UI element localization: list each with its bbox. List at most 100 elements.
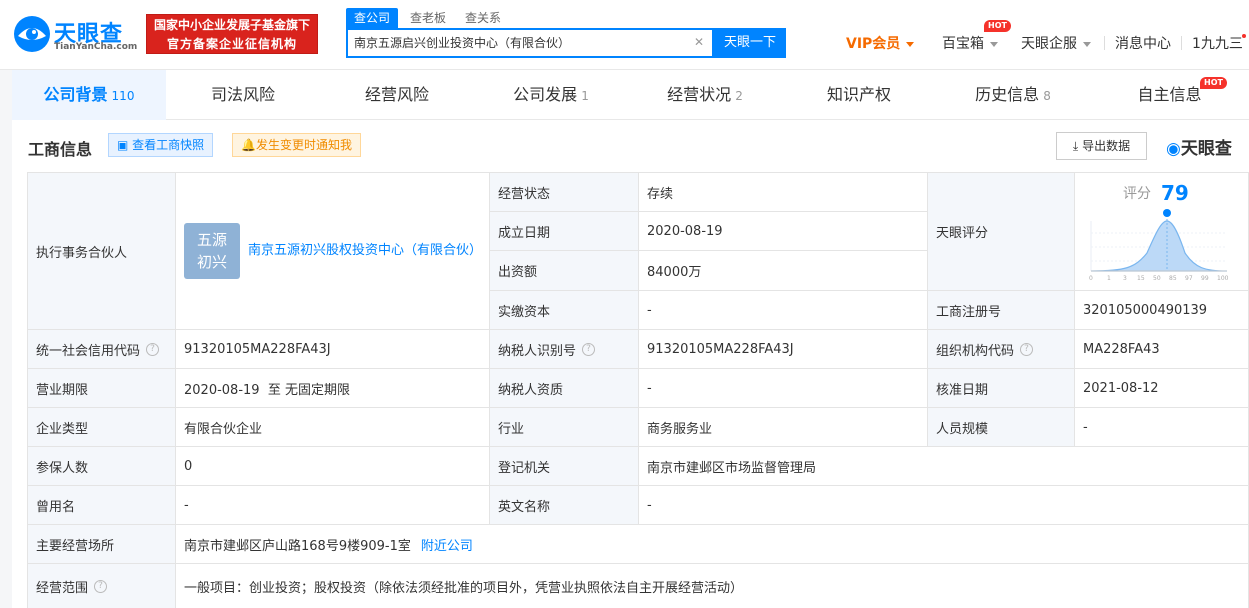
unread-dot (1242, 34, 1246, 38)
date-value: 2020-08-19 (639, 212, 928, 251)
tab-label: 司法风险 (210, 85, 275, 104)
field-label: 执行事务合伙人 (36, 245, 128, 261)
credit-label-cell: 统一社会信用代码? (28, 330, 176, 369)
term-value: 2020-08-19 至 无固定期限 (176, 369, 490, 408)
bell-icon: 🔔 (241, 138, 256, 152)
approve-label: 核准日期 (928, 369, 1075, 408)
download-icon: ⤓ (1072, 139, 1079, 153)
tick-label: 1 (1107, 275, 1111, 282)
score-cell[interactable]: 评分 79 0 1 3 15 50 85 97 99 100 (1075, 173, 1249, 291)
camera-icon: ▣ (117, 138, 129, 152)
score-title: 评分 (1123, 186, 1151, 202)
regno-value: 320105000490139 (1075, 291, 1249, 330)
hot-badge: HOT (984, 20, 1011, 32)
export-label: 导出数据 (1082, 139, 1131, 153)
vip-menu[interactable]: VIP会员 (846, 34, 915, 54)
type-value: 有限合伙企业 (176, 408, 490, 447)
tick-label: 50 (1153, 275, 1161, 282)
capital-label: 出资额 (490, 251, 639, 291)
avatar-text: 初兴 (196, 253, 227, 271)
eye-logo-icon: ◉ (1166, 139, 1181, 159)
partner-value-cell: 五源 初兴 南京五源初兴股权投资中心（有限合伙） (176, 173, 490, 330)
field-label: 纳税人识别号 (498, 343, 577, 359)
help-icon[interactable]: ? (582, 342, 596, 356)
search-box: ✕ (346, 28, 714, 58)
org-label-cell: 组织机构代码? (928, 330, 1075, 369)
qifu-menu[interactable]: 天眼企服 (1021, 34, 1091, 54)
tab-count: 8 (1043, 89, 1051, 103)
staff-value: - (1075, 408, 1249, 447)
tab-judicial[interactable]: 司法风险 (166, 70, 320, 120)
nearby-companies-link[interactable]: 附近公司 (421, 535, 473, 554)
messages-link[interactable]: 消息中心 (1115, 34, 1171, 54)
brand-mark: ◉天眼查 (1166, 134, 1232, 159)
search-tab-boss[interactable]: 查老板 (410, 8, 446, 28)
addr-cell: 南京市建邺区庐山路168号9楼909-1室 附近公司 (176, 525, 1249, 564)
tab-label: 经营风险 (364, 85, 429, 104)
clear-icon[interactable]: ✕ (694, 35, 704, 49)
partner-link[interactable]: 南京五源初兴股权投资中心（有限合伙） (248, 241, 482, 261)
paid-label: 实缴资本 (490, 291, 639, 330)
partner-label-cell: 执行事务合伙人 (28, 173, 176, 330)
tab-count: 1 (581, 89, 589, 103)
tab-history[interactable]: 历史信息 8 (936, 70, 1090, 120)
notify-button[interactable]: 🔔发生变更时通知我 (232, 133, 361, 157)
tab-label: 公司发展 (513, 85, 578, 104)
regno-label: 工商注册号 (928, 291, 1075, 330)
tab-ip[interactable]: 知识产权 (782, 70, 936, 120)
logo[interactable]: 天眼查 TianYanCha.com (12, 12, 140, 56)
status-label: 经营状态 (490, 173, 639, 212)
credit-value: 91320105MA228FA43J (176, 330, 490, 369)
industry-label: 行业 (490, 408, 639, 447)
search-tab-relation[interactable]: 查关系 (465, 8, 501, 28)
search-tab-company[interactable]: 查公司 (346, 8, 399, 28)
tab-development[interactable]: 公司发展 1 (474, 70, 628, 120)
tick-label: 99 (1201, 275, 1209, 282)
gov-badge: 国家中小企业发展子基金旗下 官方备案企业征信机构 (146, 14, 318, 54)
tick-label: 15 (1137, 275, 1145, 282)
score-curve (1090, 219, 1228, 272)
main-panel: 公司背景 110 司法风险 经营风险 公司发展 1 经营状况 2 知识产权 历史信息 8… (12, 70, 1249, 608)
eye-logo-icon (14, 16, 50, 52)
addr-value: 南京市建邺区庐山路168号9楼909-1室 (184, 538, 411, 554)
export-button[interactable]: ⤓ 导出数据 (1056, 132, 1147, 160)
tick-label: 0 (1089, 275, 1093, 282)
company-avatar[interactable]: 五源 初兴 (184, 223, 240, 279)
vip-label: VIP会员 (846, 36, 901, 52)
tab-background[interactable]: 公司背景 110 (12, 70, 166, 120)
score-distribution-chart: 评分 79 0 1 3 15 50 85 97 99 100 (1089, 181, 1229, 282)
chevron-down-icon (990, 41, 998, 47)
tab-label: 经营状况 (667, 85, 732, 104)
baibaoxiang-label: 百宝箱 (942, 36, 984, 52)
help-icon[interactable]: ? (1020, 342, 1034, 356)
score-value: 79 (1161, 181, 1189, 205)
brand-text: 天眼查 (1180, 139, 1232, 159)
tick-label: 100 (1217, 275, 1229, 282)
search-input[interactable] (354, 35, 684, 49)
tick-label: 97 (1185, 275, 1193, 282)
en-label: 英文名称 (490, 486, 639, 525)
qifu-label: 天眼企服 (1021, 36, 1077, 52)
tab-self-info[interactable]: 自主信息 (1090, 70, 1249, 120)
field-label: 经营范围 (36, 580, 89, 596)
authority-value: 南京市建邺区市场监督管理局 (639, 447, 1249, 486)
addr-label: 主要经营场所 (28, 525, 176, 564)
tab-operation-status[interactable]: 经营状况 2 (628, 70, 782, 120)
baibaoxiang-menu[interactable]: 百宝箱 (942, 34, 998, 54)
divider (1181, 36, 1182, 50)
taxid-value: 91320105MA228FA43J (639, 330, 928, 369)
snapshot-button[interactable]: ▣ 查看工商快照 (108, 133, 214, 157)
chevron-down-icon (1083, 41, 1091, 47)
tab-count: 110 (111, 89, 135, 103)
help-icon[interactable]: ? (94, 579, 108, 593)
logo-domain: TianYanCha.com (54, 42, 138, 52)
field-label: 统一社会信用代码 (36, 343, 141, 359)
user-menu[interactable]: 1九九三 (1192, 34, 1243, 54)
taxid-label-cell: 纳税人识别号? (490, 330, 639, 369)
score-marker-pin (1163, 208, 1171, 217)
search-button[interactable]: 天眼一下 (714, 28, 786, 58)
help-icon[interactable]: ? (146, 342, 160, 356)
tab-operation-risk[interactable]: 经营风险 (320, 70, 474, 120)
divider (1104, 36, 1105, 50)
notify-label: 发生变更时通知我 (255, 138, 352, 152)
